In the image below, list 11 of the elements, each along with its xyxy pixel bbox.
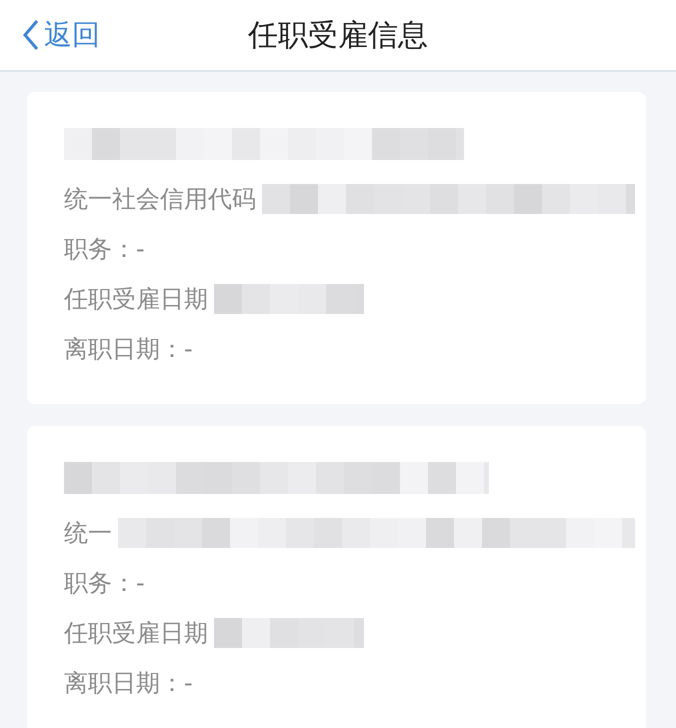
- field-label: 任职受雇日期: [64, 618, 208, 649]
- field-label: 离职日期：-: [64, 334, 193, 365]
- field-label: 离职日期：-: [64, 668, 193, 699]
- field-label: 职务：-: [64, 234, 145, 265]
- page-title: 任职受雇信息: [248, 16, 428, 54]
- field-label: 统一: [64, 518, 112, 549]
- field-label: 统一社会信用代码: [64, 184, 256, 215]
- field-label: 职务：-: [64, 568, 145, 599]
- back-chevron-icon: [22, 19, 40, 51]
- back-button[interactable]: 返回: [22, 16, 100, 54]
- field-label: 任职受雇日期: [64, 284, 208, 315]
